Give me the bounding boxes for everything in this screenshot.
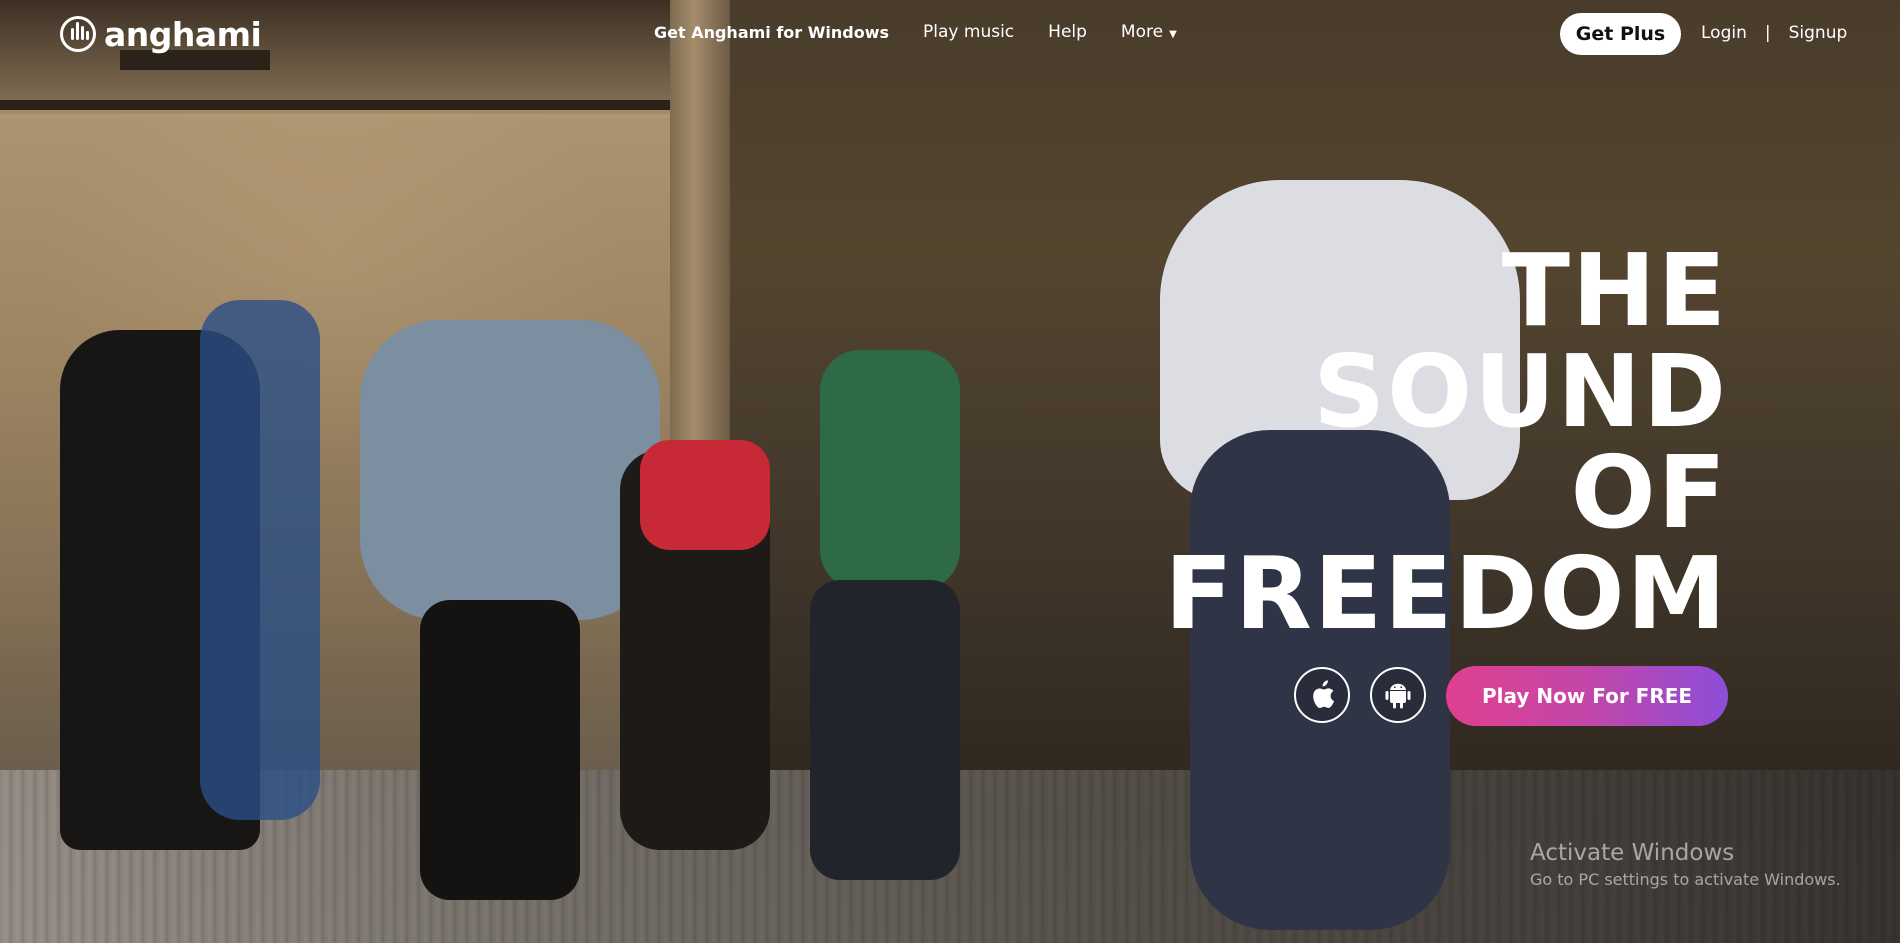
dancer-figure	[360, 320, 660, 620]
dancer-figure	[200, 300, 320, 820]
headline-line: THE	[1501, 232, 1728, 349]
caret-down-icon: ▼	[1169, 29, 1177, 40]
nav-help[interactable]: Help	[1048, 22, 1087, 42]
auth-links: Login | Signup	[1701, 23, 1847, 43]
anghami-logo-icon	[60, 16, 96, 52]
headline-line: OF	[1570, 434, 1728, 551]
play-now-for-free-button[interactable]: Play Now For FREE	[1446, 666, 1728, 726]
dancer-figure	[820, 350, 960, 590]
watermark-subtitle: Go to PC settings to activate Windows.	[1530, 870, 1841, 889]
android-store-button[interactable]	[1370, 667, 1426, 723]
auth-separator: |	[1764, 23, 1771, 43]
nav-more-dropdown[interactable]: More ▼	[1121, 22, 1177, 42]
nav-get-anghami-for-windows[interactable]: Get Anghami for Windows	[654, 23, 889, 42]
nav-links: Get Anghami for Windows Play music Help …	[654, 22, 1211, 42]
apple-store-button[interactable]	[1294, 667, 1350, 723]
dancer-figure	[420, 600, 580, 900]
headline-line: SOUND	[1313, 333, 1728, 450]
login-link[interactable]: Login	[1701, 23, 1747, 43]
nav-play-music[interactable]: Play music	[923, 22, 1014, 42]
activate-windows-watermark: Activate Windows Go to PC settings to ac…	[1530, 840, 1841, 889]
android-icon	[1385, 683, 1411, 709]
top-navigation: anghami Get Anghami for Windows Play mus…	[0, 0, 1900, 70]
anghami-logo[interactable]: anghami	[60, 14, 262, 54]
hero-headline: THE SOUND OF FREEDOM	[1165, 240, 1728, 644]
signup-link[interactable]: Signup	[1789, 23, 1848, 43]
get-plus-button[interactable]: Get Plus	[1560, 13, 1681, 55]
dancer-figure	[810, 580, 960, 880]
watermark-title: Activate Windows	[1530, 840, 1735, 866]
headline-line: FREEDOM	[1164, 535, 1728, 652]
nav-more-label: More	[1120, 22, 1164, 42]
apple-icon	[1313, 680, 1335, 708]
logo-text: anghami	[104, 14, 262, 54]
dancer-figure	[640, 440, 770, 550]
